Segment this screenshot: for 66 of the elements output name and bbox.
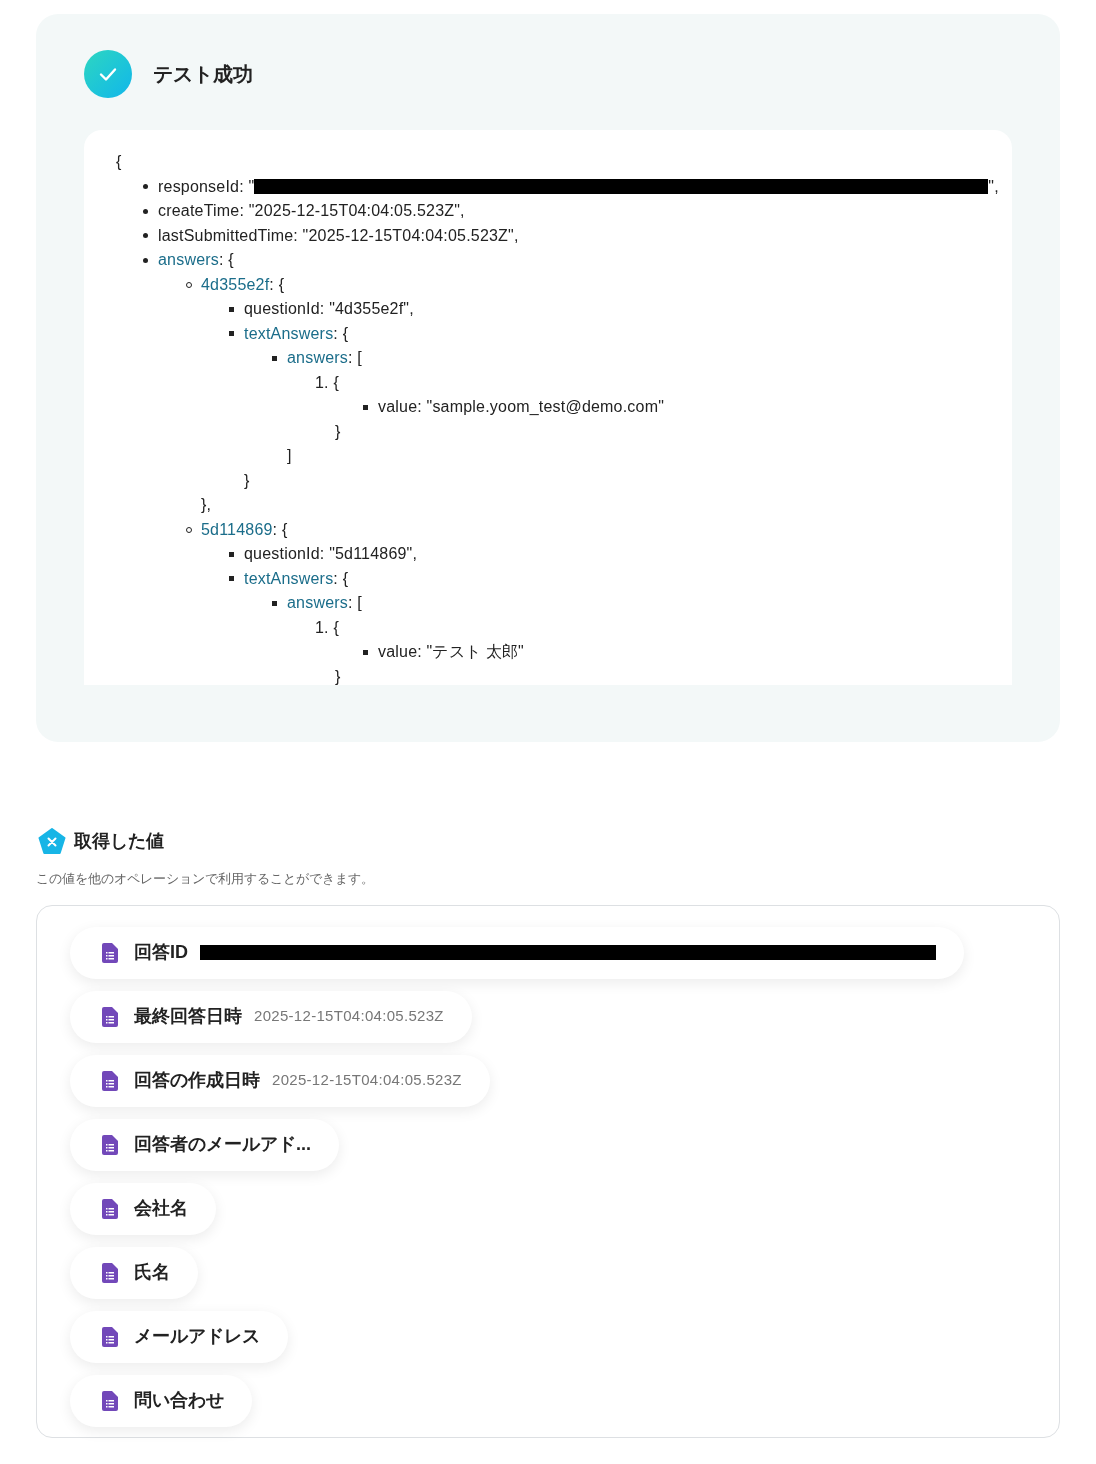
value-chip[interactable]: 問い合わせ bbox=[70, 1374, 252, 1427]
bullet-icon bbox=[229, 306, 234, 312]
bullet-icon bbox=[363, 649, 368, 655]
code-line: 1. { bbox=[315, 372, 339, 393]
bullet-icon bbox=[229, 331, 234, 337]
document-icon bbox=[102, 1006, 118, 1027]
code-line: } bbox=[244, 471, 250, 489]
document-icon bbox=[102, 1070, 118, 1091]
code-line: value: "sample.yoom_test@demo.com" bbox=[378, 397, 665, 417]
code-line: 1. { bbox=[315, 617, 339, 638]
code-line: 4d355e2f: { bbox=[201, 274, 285, 295]
value-label: 問い合わせ bbox=[134, 1389, 224, 1412]
code-line: questionId: "4d355e2f", bbox=[244, 299, 414, 319]
check-icon bbox=[84, 50, 132, 98]
value-chip[interactable]: 最終回答日時 2025-12-15T04:04:05.523Z bbox=[70, 990, 472, 1043]
code-line: { bbox=[116, 153, 122, 170]
bullet-icon bbox=[272, 600, 277, 606]
document-icon bbox=[102, 1262, 118, 1283]
code-text: ", bbox=[988, 176, 999, 197]
code-line: answers: [ bbox=[287, 593, 362, 613]
document-icon bbox=[102, 1134, 118, 1155]
bullet-icon bbox=[143, 257, 148, 263]
value-label: 会社名 bbox=[134, 1197, 188, 1220]
value-label: メールアドレス bbox=[134, 1325, 260, 1348]
bullet-icon bbox=[363, 404, 368, 410]
code-line: ] bbox=[287, 447, 292, 464]
result-title: テスト成功 bbox=[153, 62, 253, 87]
bullet-icon bbox=[143, 233, 148, 239]
code-line: responseId: " bbox=[158, 176, 255, 197]
value-label: 最終回答日時 bbox=[134, 1005, 242, 1028]
document-icon bbox=[102, 1326, 118, 1347]
section-description: この値を他のオペレーションで利用することができます。 bbox=[36, 871, 374, 886]
value-label: 回答の作成日時 bbox=[134, 1069, 260, 1092]
bullet-icon bbox=[229, 551, 234, 557]
value-text: 2025-12-15T04:04:05.523Z bbox=[272, 1070, 462, 1091]
document-icon bbox=[102, 1198, 118, 1219]
document-icon bbox=[102, 942, 118, 963]
value-chip[interactable]: 回答者のメールアド... bbox=[70, 1118, 339, 1171]
value-chip[interactable]: 会社名 bbox=[70, 1182, 216, 1235]
code-line: answers: [ bbox=[287, 348, 362, 368]
bullet-icon bbox=[229, 576, 234, 582]
value-chip[interactable]: 回答の作成日時 2025-12-15T04:04:05.523Z bbox=[70, 1054, 490, 1107]
code-line: answers: { bbox=[158, 250, 234, 270]
value-label: 回答者のメールアド... bbox=[134, 1133, 311, 1156]
value-chip[interactable]: メールアドレス bbox=[70, 1310, 288, 1363]
value-label: 回答ID bbox=[134, 941, 188, 964]
code-line: value: "テスト 太郎" bbox=[378, 642, 524, 662]
code-line: }, bbox=[201, 496, 212, 513]
code-line: 5d114869: { bbox=[201, 519, 288, 540]
value-text: 2025-12-15T04:04:05.523Z bbox=[254, 1006, 444, 1027]
section-title: 取得した値 bbox=[74, 830, 164, 853]
code-line: textAnswers: { bbox=[244, 323, 349, 344]
code-line: questionId: "5d114869", bbox=[244, 544, 418, 564]
value-chip[interactable]: 回答ID bbox=[70, 926, 964, 979]
code-line: } bbox=[335, 422, 341, 440]
bullet-icon bbox=[272, 355, 277, 361]
code-line: createTime: "2025-12-15T04:04:05.523Z", bbox=[158, 201, 465, 221]
value-label: 氏名 bbox=[134, 1261, 170, 1284]
code-line: lastSubmittedTime: "2025-12-15T04:04:05.523Z", bbox=[158, 225, 519, 246]
value-chip[interactable]: 氏名 bbox=[70, 1246, 198, 1299]
bullet-icon bbox=[143, 208, 148, 214]
code-line: textAnswers: { bbox=[244, 568, 349, 589]
variable-icon bbox=[38, 828, 66, 855]
document-icon bbox=[102, 1390, 118, 1411]
code-line: } bbox=[335, 667, 341, 685]
bullet-icon bbox=[143, 184, 148, 190]
